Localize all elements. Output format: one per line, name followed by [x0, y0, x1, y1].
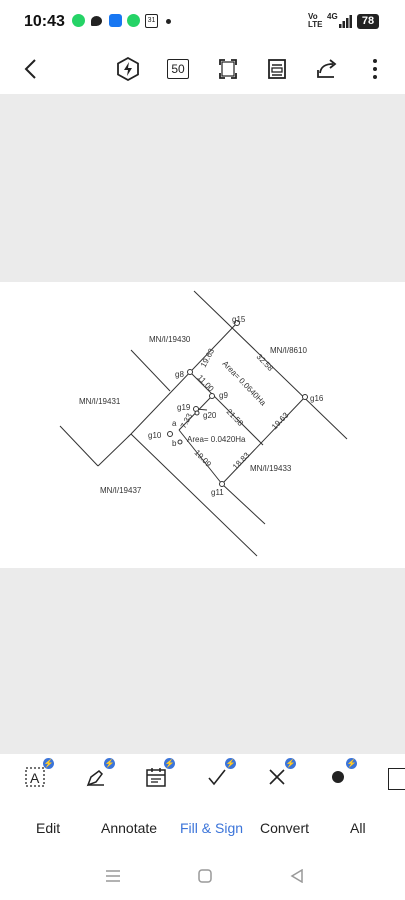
point-label-g11: g11: [211, 488, 224, 497]
share-icon: [317, 59, 337, 78]
network-type: 4G: [327, 12, 338, 21]
premium-badge-icon: ⚡: [104, 758, 115, 769]
viewer-background-top: [0, 94, 405, 282]
system-navigation-bar: [0, 850, 405, 900]
tab-fill-sign[interactable]: Fill & Sign: [180, 820, 243, 836]
parcel-label-4: MN/I/19433: [250, 464, 292, 473]
point-g9-marker: [209, 393, 215, 399]
tab-convert[interactable]: Convert: [260, 820, 309, 836]
battery-indicator: 78: [357, 14, 379, 29]
share-button[interactable]: [312, 54, 342, 84]
premium-badge-icon: ⚡: [43, 758, 54, 769]
survey-map: MN/I/19430 MN/I/8610 MN/I/19431 MN/I/194…: [59, 290, 348, 557]
status-time: 10:43: [24, 13, 65, 30]
area-label-small: Area= 0.0420Ha: [187, 435, 246, 444]
status-bar: 10:43 31 Vo LTE 4G 78: [0, 0, 405, 44]
distance-label-6: 7.33: [179, 411, 195, 429]
distance-label-7: 19.09: [193, 448, 214, 469]
point-label-g20: g20: [203, 411, 217, 420]
tab-all[interactable]: All: [350, 820, 366, 836]
zoom-value: 50: [167, 59, 189, 79]
premium-badge-icon: ⚡: [285, 758, 296, 769]
quick-action-button[interactable]: [113, 54, 143, 84]
top-toolbar: 50: [0, 44, 405, 94]
fill-sign-tools: A ⚡ ⚡ ⚡ ⚡ ⚡ ⚡: [0, 754, 405, 804]
pen-icon: [86, 770, 104, 787]
check-tool[interactable]: ⚡: [202, 758, 236, 792]
distance-label-2: 32.58: [255, 352, 276, 373]
whatsapp-icon: [72, 14, 85, 27]
back-triangle-icon: [290, 869, 303, 883]
parcel-label-5: MN/I/19437: [100, 486, 142, 495]
lightning-hexagon-icon: [117, 57, 139, 81]
point-g11-marker: [219, 481, 225, 487]
back-button[interactable]: [16, 54, 46, 84]
parcel-label-3: MN/I/19431: [79, 397, 121, 406]
cross-icon: [269, 769, 285, 785]
bottom-tabs: Edit Annotate Fill & Sign Convert All: [0, 804, 405, 850]
calendar-icon: 31: [145, 14, 158, 28]
document-page[interactable]: MN/I/19430 MN/I/8610 MN/I/19431 MN/I/194…: [0, 282, 405, 568]
home-square-icon: [198, 869, 212, 883]
point-label-b: b: [172, 439, 177, 448]
back-nav-button[interactable]: [287, 866, 307, 886]
tab-edit[interactable]: Edit: [36, 820, 60, 836]
area-label-large: Area= 0.0640Ha: [221, 359, 268, 408]
point-g8-marker: [187, 369, 193, 375]
point-label-g16: g16: [310, 394, 324, 403]
distance-label-8: 18.83: [231, 450, 252, 471]
point-g16-marker: [302, 394, 308, 400]
text-box-tool[interactable]: A ⚡: [20, 758, 54, 792]
volte-indicator: Vo LTE: [308, 13, 323, 29]
point-label-g9: g9: [219, 391, 228, 400]
fit-frame-icon: [219, 59, 237, 79]
premium-badge-icon: ⚡: [346, 758, 357, 769]
pen-tool[interactable]: ⚡: [81, 758, 115, 792]
point-label-a: a: [172, 419, 177, 428]
menu-lines-icon: [106, 870, 120, 882]
home-button[interactable]: [195, 866, 215, 886]
more-vertical-icon: [373, 59, 377, 79]
dot-icon: [332, 771, 344, 783]
volte-line2: LTE: [308, 20, 323, 29]
date-tool[interactable]: ⚡: [141, 758, 175, 792]
notification-dot-icon: [166, 19, 171, 24]
premium-badge-icon: ⚡: [164, 758, 175, 769]
recents-button[interactable]: [103, 866, 123, 886]
signal-icon: [339, 15, 352, 28]
tab-annotate[interactable]: Annotate: [101, 820, 157, 836]
cross-tool[interactable]: ⚡: [262, 758, 296, 792]
reading-mode-button[interactable]: [262, 54, 292, 84]
fit-page-button[interactable]: [213, 54, 243, 84]
point-g10-marker: [167, 431, 173, 437]
text-box-icon: A: [25, 767, 45, 787]
calendar-tool-icon: [146, 768, 166, 787]
dot-tool[interactable]: ⚡: [323, 758, 357, 792]
premium-badge-icon: ⚡: [225, 758, 236, 769]
point-label-g10: g10: [148, 431, 162, 440]
more-options-button[interactable]: [360, 54, 390, 84]
point-label-g8: g8: [175, 370, 184, 379]
distance-label-4: 21.58: [225, 407, 246, 428]
distance-label-5: 19.63: [270, 410, 291, 431]
document-view-icon: [268, 59, 286, 79]
whatsapp-icon-2: [127, 14, 140, 27]
point-label-g15: g15: [232, 315, 246, 324]
chat-bubble-icon: [91, 16, 102, 26]
more-tool-partial[interactable]: [388, 768, 405, 790]
back-arrow-icon: [24, 59, 36, 79]
parcel-label-2: MN/I/8610: [270, 346, 307, 355]
point-label-g19: g19: [177, 403, 191, 412]
svg-text:A: A: [30, 770, 40, 786]
check-icon: [208, 769, 226, 786]
parcel-label-1: MN/I/19430: [149, 335, 191, 344]
distance-label-3: 11.00: [196, 373, 216, 394]
point-b-marker: [177, 439, 183, 445]
facebook-icon: [109, 14, 122, 27]
point-g20-marker: [194, 410, 200, 416]
viewer-background-bottom: [0, 568, 405, 754]
zoom-button[interactable]: 50: [163, 54, 193, 84]
distance-label-1: 19.63: [199, 347, 217, 369]
